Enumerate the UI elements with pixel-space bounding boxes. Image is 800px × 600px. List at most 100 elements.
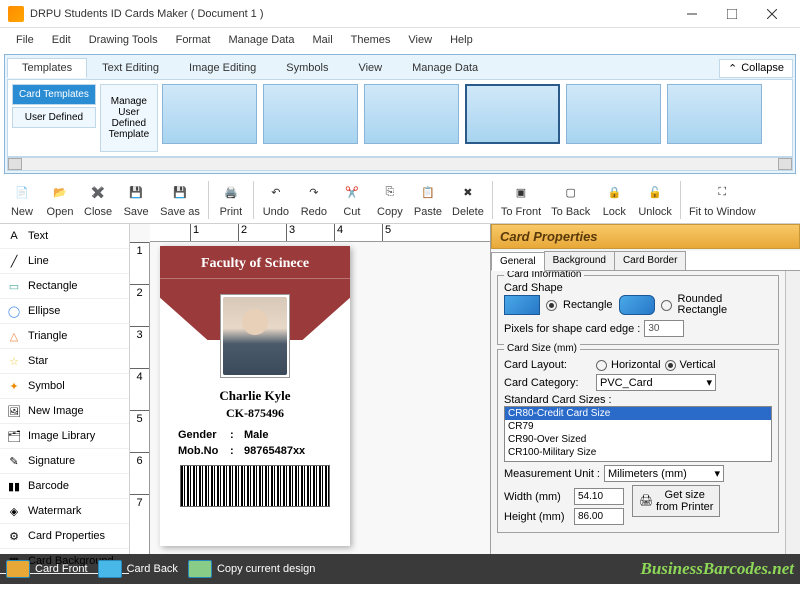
- layout-vertical-radio[interactable]: [665, 360, 676, 371]
- tool-star[interactable]: ☆Star: [0, 349, 129, 374]
- tool-ellipse[interactable]: ◯Ellipse: [0, 299, 129, 324]
- tool-triangle[interactable]: △Triangle: [0, 324, 129, 349]
- fit-icon: ⛶: [711, 182, 733, 204]
- menu-mail[interactable]: Mail: [304, 32, 340, 48]
- copy-design-button[interactable]: Copy current design: [188, 560, 315, 578]
- shape-rectangle-radio[interactable]: [546, 300, 557, 311]
- tool-new-image[interactable]: 🖼New Image: [0, 399, 129, 424]
- card-photo[interactable]: [220, 294, 290, 378]
- menu-help[interactable]: Help: [442, 32, 481, 48]
- layout-horizontal-radio[interactable]: [596, 360, 607, 371]
- tool-line[interactable]: ╱Line: [0, 249, 129, 274]
- card-category-select[interactable]: PVC_Card▾: [596, 374, 716, 391]
- canvas-area: 12345 1234567 Faculty of Scinece Charlie…: [130, 224, 490, 554]
- tool-watermark[interactable]: ◈Watermark: [0, 499, 129, 524]
- delete-button[interactable]: ✖Delete: [448, 178, 488, 222]
- minimize-button[interactable]: [672, 0, 712, 28]
- menu-view[interactable]: View: [400, 32, 440, 48]
- ribbon-tab-symbols[interactable]: Symbols: [271, 58, 343, 78]
- template-thumb[interactable]: [465, 84, 560, 144]
- ribbon-tab-text[interactable]: Text Editing: [87, 58, 174, 78]
- template-thumb[interactable]: [667, 84, 762, 144]
- gallery-scrollbar[interactable]: [7, 157, 793, 171]
- card-front-button[interactable]: Card Front: [6, 560, 88, 578]
- list-item[interactable]: CR100-Military Size: [505, 446, 771, 459]
- save-as-button[interactable]: 💾Save as: [156, 178, 204, 222]
- barcode-icon: ▮▮: [6, 478, 22, 494]
- card-information-group: Card Information Card Shape Rectangle Ro…: [497, 275, 779, 345]
- to-front-button[interactable]: ▣To Front: [497, 178, 545, 222]
- list-item[interactable]: CR80-Credit Card Size: [505, 407, 771, 420]
- ribbon-tab-image[interactable]: Image Editing: [174, 58, 271, 78]
- save-as-icon: 💾: [169, 182, 191, 204]
- template-gallery: [162, 84, 788, 152]
- tool-signature[interactable]: ✎Signature: [0, 449, 129, 474]
- tool-card-properties[interactable]: ⚙Card Properties: [0, 524, 129, 549]
- list-item[interactable]: CR79: [505, 420, 771, 433]
- scroll-right-button[interactable]: [778, 158, 792, 170]
- close-button[interactable]: [752, 0, 792, 28]
- menu-file[interactable]: File: [8, 32, 42, 48]
- tool-barcode[interactable]: ▮▮Barcode: [0, 474, 129, 499]
- paste-button[interactable]: 📋Paste: [410, 178, 446, 222]
- tool-text[interactable]: AText: [0, 224, 129, 249]
- id-card-canvas[interactable]: Faculty of Scinece Charlie Kyle CK-87549…: [160, 246, 350, 546]
- list-item[interactable]: CR90-Over Sized: [505, 433, 771, 446]
- template-thumb[interactable]: [364, 84, 459, 144]
- titlebar: DRPU Students ID Cards Maker ( Document …: [0, 0, 800, 28]
- maximize-button[interactable]: [712, 0, 752, 28]
- tool-image-library[interactable]: 🗂Image Library: [0, 424, 129, 449]
- main-toolbar: 📄New 📂Open ✖️Close 💾Save 💾Save as 🖨️Prin…: [0, 176, 800, 224]
- to-back-button[interactable]: ▢To Back: [547, 178, 594, 222]
- get-size-printer-button[interactable]: 🖨 Get size from Printer: [632, 485, 720, 517]
- ribbon-tab-view[interactable]: View: [343, 58, 397, 78]
- tool-symbol[interactable]: ✦Symbol: [0, 374, 129, 399]
- rectangle-icon: ▭: [6, 278, 22, 294]
- card-templates-button[interactable]: Card Templates: [12, 84, 96, 105]
- ribbon-tab-templates[interactable]: Templates: [7, 58, 87, 78]
- brand-label: BusinessBarcodes.net: [641, 559, 795, 579]
- standard-sizes-list[interactable]: CR80-Credit Card Size CR79 CR90-Over Siz…: [504, 406, 772, 462]
- print-button[interactable]: 🖨️Print: [213, 178, 249, 222]
- cut-button[interactable]: ✂️Cut: [334, 178, 370, 222]
- menu-edit[interactable]: Edit: [44, 32, 79, 48]
- pixel-edge-input[interactable]: [644, 320, 684, 337]
- save-button[interactable]: 💾Save: [118, 178, 154, 222]
- props-tab-general[interactable]: General: [491, 252, 545, 271]
- menu-drawing[interactable]: Drawing Tools: [81, 32, 166, 48]
- template-thumb[interactable]: [566, 84, 661, 144]
- menu-manage-data[interactable]: Manage Data: [220, 32, 302, 48]
- menu-format[interactable]: Format: [168, 32, 219, 48]
- open-button[interactable]: 📂Open: [42, 178, 78, 222]
- measurement-unit-select[interactable]: Milimeters (mm)▾: [604, 465, 724, 482]
- close-file-icon: ✖️: [87, 182, 109, 204]
- unlock-button[interactable]: 🔓Unlock: [634, 178, 676, 222]
- card-front-icon: [6, 560, 30, 578]
- new-button[interactable]: 📄New: [4, 178, 40, 222]
- template-thumb[interactable]: [162, 84, 257, 144]
- shape-rounded-radio[interactable]: [661, 300, 672, 311]
- card-back-button[interactable]: Card Back: [98, 560, 178, 578]
- printer-icon: 🖨: [639, 495, 653, 507]
- undo-icon: ↶: [265, 182, 287, 204]
- undo-button[interactable]: ↶Undo: [258, 178, 294, 222]
- tool-rectangle[interactable]: ▭Rectangle: [0, 274, 129, 299]
- menu-themes[interactable]: Themes: [343, 32, 399, 48]
- ribbon-tab-manage[interactable]: Manage Data: [397, 58, 493, 78]
- props-tab-border[interactable]: Card Border: [614, 251, 686, 270]
- lock-button[interactable]: 🔒Lock: [596, 178, 632, 222]
- redo-button[interactable]: ↷Redo: [296, 178, 332, 222]
- scroll-left-button[interactable]: [8, 158, 22, 170]
- props-scrollbar[interactable]: [785, 271, 800, 554]
- ribbon-collapse-button[interactable]: ⌃ Collapse: [719, 59, 793, 78]
- width-input[interactable]: [574, 488, 624, 505]
- user-defined-button[interactable]: User Defined: [12, 107, 96, 128]
- template-thumb[interactable]: [263, 84, 358, 144]
- close-button[interactable]: ✖️Close: [80, 178, 116, 222]
- print-icon: 🖨️: [220, 182, 242, 204]
- height-input[interactable]: [574, 508, 624, 525]
- props-tab-background[interactable]: Background: [544, 251, 615, 270]
- fit-window-button[interactable]: ⛶Fit to Window: [685, 178, 760, 222]
- copy-button[interactable]: ⎘Copy: [372, 178, 408, 222]
- manage-user-template-button[interactable]: Manage User Defined Template: [100, 84, 158, 152]
